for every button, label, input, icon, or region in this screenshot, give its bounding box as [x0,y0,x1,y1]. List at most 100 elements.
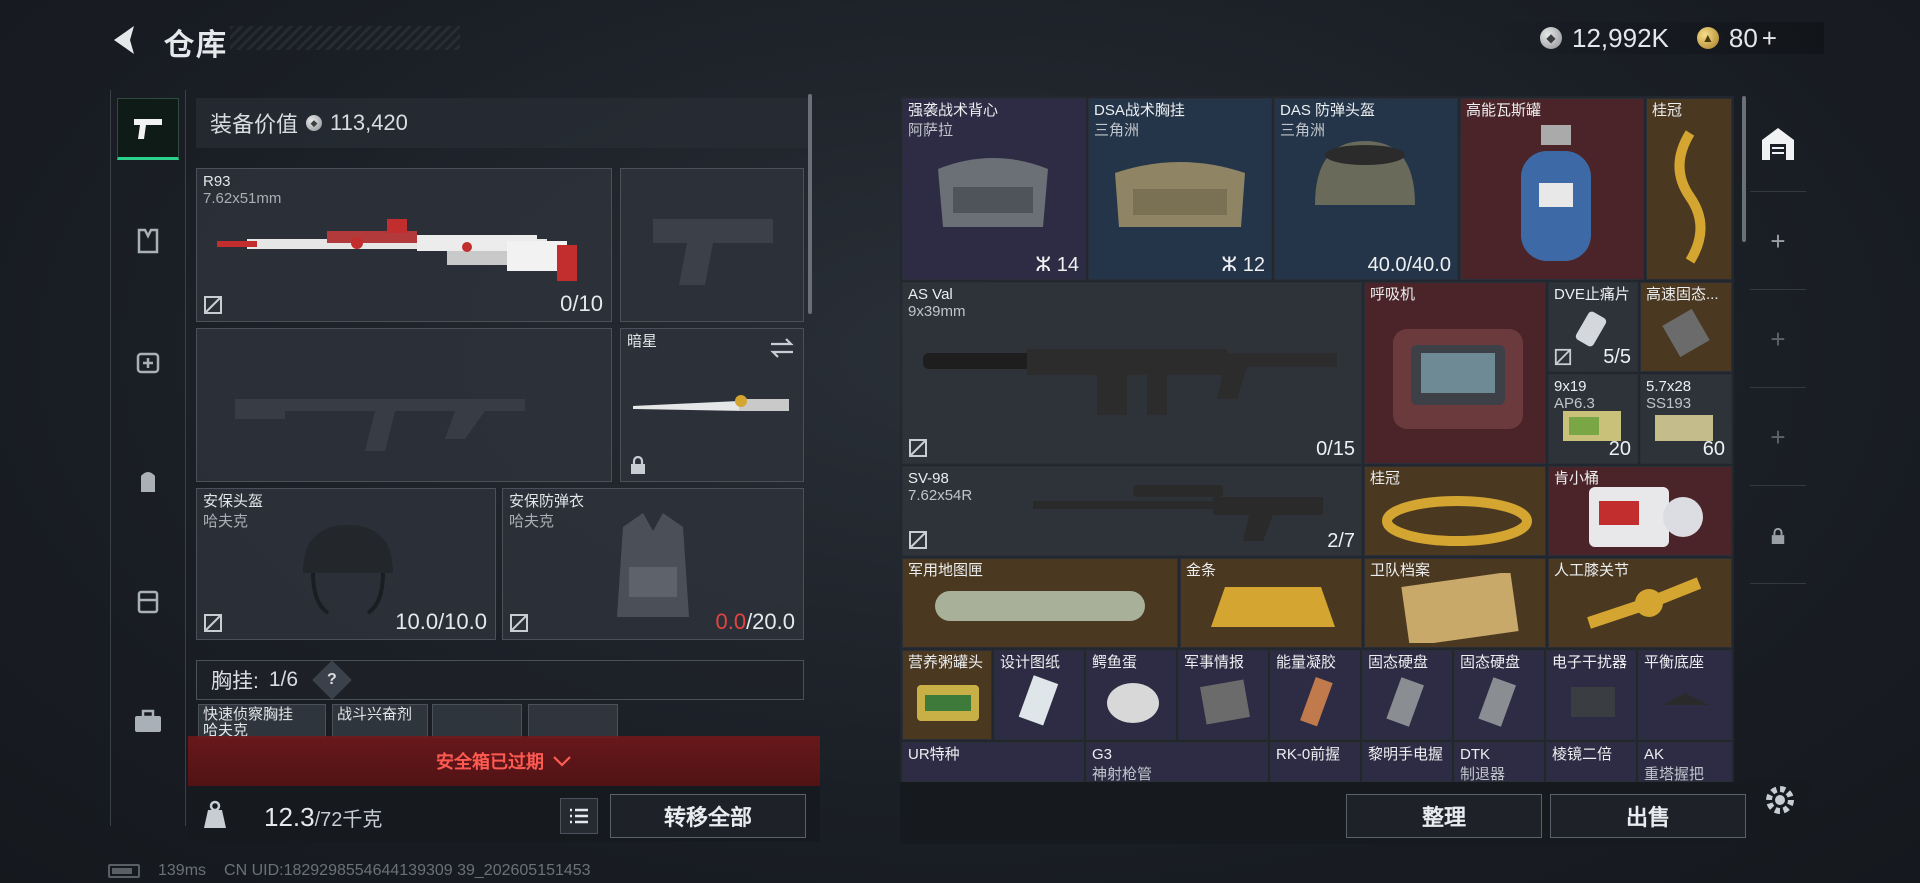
storage-item[interactable]: SV-98 7.62x54R 2/7 [902,466,1362,556]
storage-item[interactable]: RK-0前握 [1270,742,1360,782]
storage-grid: 强袭战术背心 阿萨拉 ⵣ 14 DSA战术胸挂 三角洲 ⵣ 12 DAS 防弹头… [900,96,1734,782]
ssd-image [1478,677,1516,727]
item-name: 高能瓦斯罐 [1466,102,1542,119]
armor-name: 安保防弹衣 [509,493,585,510]
laurel-crown-image [1674,130,1706,264]
swap-icon[interactable] [769,337,795,359]
locked-storage-page[interactable] [1750,488,1806,584]
currency-bar: ◆ 12,992K ▲ 80 + [1480,22,1824,54]
storage-item[interactable]: 5.7x28 SS193 60 [1640,374,1732,464]
add-storage-page-button[interactable]: + [1750,390,1806,486]
intel-tablet-image [1200,679,1250,725]
rig-item-name: 战斗兴奋剂 [337,706,413,723]
rig-count: 1/6 [268,668,299,691]
storage-item[interactable]: 平衡底座 [1638,650,1732,740]
storage-item[interactable]: 呼吸机 [1364,282,1546,464]
back-button[interactable] [104,18,148,62]
sort-button[interactable]: 整理 [1346,794,1542,838]
item-name: 设计图纸 [1000,654,1061,671]
storage-item[interactable]: 设计图纸 [994,650,1084,740]
storage-item[interactable]: 棱镜二倍 [1546,742,1636,782]
rig-help-button[interactable]: ? [312,660,352,700]
storage-item[interactable]: G3 神射枪管 [1086,742,1268,782]
storage-item[interactable]: 高速固态... [1640,282,1732,372]
rig-item[interactable]: 战斗兴奋剂 [332,704,428,738]
secondary-weapon-slot[interactable] [196,328,612,482]
storage-item[interactable]: 固态硬盘 [1362,650,1452,740]
storage-item[interactable]: UR特种 [902,742,1084,782]
add-storage-page-button[interactable]: + [1750,292,1806,388]
safe-box-expired-banner[interactable]: 安全箱已过期 [188,736,820,786]
silver-amount: 12,992K [1572,22,1669,53]
nav-weapons[interactable] [117,98,179,160]
loadout-scrollbar[interactable] [808,94,812,314]
nav-rigs[interactable] [117,210,179,272]
item-name: 军用地图匣 [908,562,984,579]
storage-item[interactable]: 人工膝关节 [1548,558,1732,648]
storage-item[interactable]: 卫队档案 [1364,558,1546,648]
storage-item[interactable]: 高能瓦斯罐 [1460,98,1644,280]
item-name: 能量凝胶 [1276,654,1337,671]
item-count: ⵣ 12 [1221,254,1265,276]
gear-icon[interactable] [1760,780,1800,820]
list-view-button[interactable] [560,798,598,834]
bipod-base-image [1663,693,1709,705]
jammer-image [1571,687,1615,717]
storage-item[interactable]: 桂冠 [1646,98,1732,280]
silver-coin-icon: ◆ [1540,27,1562,49]
nav-containers[interactable] [117,570,179,632]
storage-item[interactable]: 黎明手电握 [1362,742,1452,782]
warehouse-icon [1762,127,1794,160]
storage-item[interactable]: 固态硬盘 [1454,650,1544,740]
pistol-slot[interactable] [620,168,804,322]
storage-item[interactable]: 军用地图匣 [902,558,1178,648]
storage-item[interactable]: DAS 防弹头盔 三角洲 40.0/40.0 [1274,98,1458,280]
storage-item[interactable]: 营养粥罐头 [902,650,992,740]
rig-item[interactable]: 快速侦察胸挂 哈夫克 [198,704,326,738]
storage-item[interactable]: 金条 [1180,558,1362,648]
chest-rig-image [1115,162,1245,227]
item-name: 黎明手电握 [1368,746,1444,763]
storage-page-main[interactable] [1750,96,1806,192]
storage-item[interactable]: AS Val 9x39mm 0/15 [902,282,1362,464]
item-name: 桂冠 [1370,470,1401,487]
rig-empty-slot[interactable] [528,704,618,738]
item-name: DAS 防弹头盔 [1280,102,1376,119]
item-sub: 7.62x54R [908,487,973,504]
storage-item[interactable]: DSA战术胸挂 三角洲 ⵣ 12 [1088,98,1272,280]
nav-tools[interactable] [117,690,179,752]
item-name: 桂冠 [1652,102,1683,119]
storage-scrollbar[interactable] [1742,96,1746,242]
melee-slot[interactable]: 暗星 [620,328,804,482]
add-gold-button[interactable]: + [1762,23,1777,53]
back-arrow-icon [114,26,134,54]
storage-item[interactable]: AK 重塔握把 [1638,742,1732,782]
rig-empty-slot[interactable] [432,704,522,738]
nav-medical[interactable] [117,330,179,392]
ssd-image [1386,677,1424,727]
item-name: 呼吸机 [1370,286,1416,303]
storage-item[interactable]: DTK 制退器 [1454,742,1544,782]
storage-item[interactable]: 9x19 AP6.3 20 [1548,374,1638,464]
map-case-image [935,591,1145,621]
nav-backpacks[interactable] [117,450,179,512]
storage-item[interactable]: 电子干扰器 [1546,650,1636,740]
storage-item[interactable]: 能量凝胶 [1270,650,1360,740]
helmet-slot[interactable]: 安保头盔 哈夫克 10.0/10.0 [196,488,496,640]
add-storage-page-button[interactable]: + [1750,194,1806,290]
primary-weapon-slot[interactable]: R93 7.62x51mm 0/10 [196,168,612,322]
storage-item[interactable]: 桂冠 [1364,466,1546,556]
no-insure-icon [1554,348,1572,366]
armor-slot[interactable]: 安保防弹衣 哈夫克 0.0/20.0 [502,488,804,640]
toolbox-icon [135,709,161,732]
storage-item[interactable]: DVE止痛片 5/5 [1548,282,1638,372]
storage-item[interactable]: 鳄鱼蛋 [1086,650,1176,740]
item-ammo: 2/7 [1327,530,1355,552]
lock-icon [1771,527,1785,544]
sell-button[interactable]: 出售 [1550,794,1746,838]
storage-item[interactable]: 强袭战术背心 阿萨拉 ⵣ 14 [902,98,1086,280]
storage-item[interactable]: 军事情报 [1178,650,1268,740]
chest-rig-bar: 胸挂: 1/6 ? [196,660,804,700]
transfer-all-button[interactable]: 转移全部 [610,794,806,838]
storage-item[interactable]: 肯小桶 [1548,466,1732,556]
